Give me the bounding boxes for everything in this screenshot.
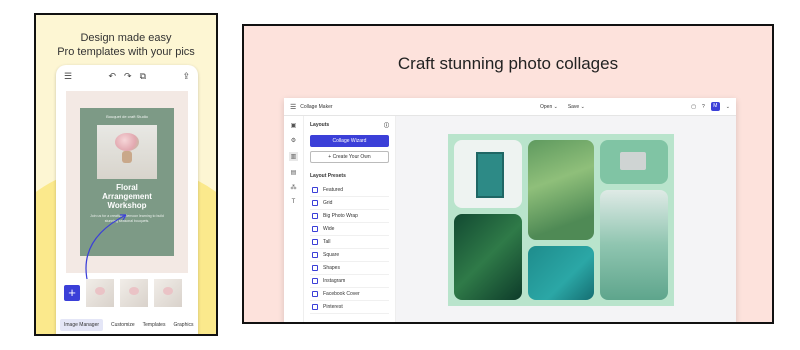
image-tool-icon[interactable]: ▣	[291, 122, 297, 129]
text-tool-icon[interactable]: T	[292, 199, 296, 205]
preset-grid[interactable]: Grid	[310, 197, 389, 210]
collage-tile-leaves[interactable]	[454, 214, 522, 300]
preset-list: Featured Grid Big Photo Wrap Wide Tall S…	[310, 184, 389, 314]
pinterest-icon	[312, 304, 318, 310]
topbar-center: Open ⌄ Save ⌄	[540, 104, 585, 110]
comment-icon[interactable]: ▢	[691, 104, 696, 110]
promo-title: Design made easy Pro templates with your…	[36, 31, 216, 59]
chevron-down-icon[interactable]: ⌄	[726, 104, 730, 110]
collage-wizard-button[interactable]: Collage Wizard	[310, 135, 389, 147]
panel-title: Layouts	[310, 122, 330, 128]
tall-icon	[312, 239, 318, 245]
hamburger-icon[interactable]: ☰	[290, 103, 296, 111]
add-image-button[interactable]: +	[64, 285, 80, 301]
tool-rail: ▣ ⚙ ▥ ▤ ⁂ T	[284, 116, 304, 322]
preset-label: Pinterest	[323, 304, 343, 310]
preset-label: Facebook Cover	[323, 291, 360, 297]
preset-square[interactable]: Square	[310, 249, 389, 262]
phone-tabbar: Image Manager Customize Templates Graphi…	[60, 319, 198, 331]
help-icon[interactable]: ?	[702, 104, 705, 110]
grid-icon	[312, 200, 318, 206]
preset-label: Tall	[323, 239, 331, 245]
save-menu[interactable]: Save ⌄	[568, 104, 585, 110]
preset-tall[interactable]: Tall	[310, 236, 389, 249]
preset-facebook-cover[interactable]: Facebook Cover	[310, 288, 389, 301]
open-menu[interactable]: Open ⌄	[540, 104, 558, 110]
avatar[interactable]: M	[710, 102, 720, 111]
preset-big-photo-wrap[interactable]: Big Photo Wrap	[310, 210, 389, 223]
app-name: Collage Maker	[300, 103, 333, 110]
preset-label: Shapes	[323, 265, 340, 271]
preset-featured[interactable]: Featured	[310, 184, 389, 197]
tab-image-manager[interactable]: Image Manager	[60, 319, 104, 331]
preset-label: Wide	[323, 226, 335, 232]
promo-card: Design made easy Pro templates with your…	[34, 13, 218, 336]
create-your-own-button[interactable]: + Create Your Own	[310, 151, 389, 163]
square-icon	[312, 252, 318, 258]
collage-card: Craft stunning photo collages ☰ Collage …	[242, 24, 774, 324]
promo-title-line2: Pro templates with your pics	[57, 46, 195, 58]
collage-tile-door[interactable]	[454, 140, 522, 208]
panel-header: Layouts ⓘ	[310, 122, 389, 129]
layouts-tool-icon[interactable]: ▥	[288, 152, 299, 161]
collage	[448, 134, 674, 306]
image-thumbnail[interactable]	[154, 279, 182, 307]
preset-shapes[interactable]: Shapes	[310, 262, 389, 275]
preset-label: Instagram	[323, 278, 346, 284]
phone-mockup: ☰ ↶ ↷ ⧉ ⇪ Bouquet de craft Studio Floral…	[56, 65, 198, 334]
tab-customize[interactable]: Customize	[111, 322, 135, 328]
preset-wide[interactable]: Wide	[310, 223, 389, 236]
canvas-area	[396, 116, 736, 322]
preset-label: Square	[323, 252, 340, 258]
collage-tile-aerial[interactable]	[528, 140, 594, 240]
preset-pinterest[interactable]: Pinterest	[310, 301, 389, 314]
adjust-tool-icon[interactable]: ⚙	[291, 137, 296, 144]
graphics-tool-icon[interactable]: ⁂	[291, 184, 297, 191]
shapes-icon	[312, 265, 318, 271]
background-tool-icon[interactable]: ▤	[291, 169, 297, 176]
preset-label: Featured	[323, 187, 344, 193]
app-window: ☰ Collage Maker Open ⌄ Save ⌄ ▢ ? M ⌄ ▣ …	[284, 98, 736, 322]
wide-icon	[312, 226, 318, 232]
big-photo-wrap-icon	[312, 213, 318, 219]
image-thumbnail[interactable]	[120, 279, 148, 307]
tab-graphics[interactable]: Graphics	[173, 322, 193, 328]
tab-templates[interactable]: Templates	[143, 322, 166, 328]
image-tray: +	[64, 279, 182, 307]
collage-title: Craft stunning photo collages	[397, 54, 619, 73]
preset-instagram[interactable]: Instagram	[310, 275, 389, 288]
collage-tile-camera[interactable]	[600, 140, 668, 184]
facebook-icon	[312, 291, 318, 297]
image-thumbnail[interactable]	[86, 279, 114, 307]
collage-tile-ocean[interactable]	[528, 246, 594, 300]
app-topbar: ☰ Collage Maker Open ⌄ Save ⌄ ▢ ? M ⌄	[284, 98, 736, 116]
preset-label: Big Photo Wrap	[323, 213, 358, 219]
preset-label: Grid	[323, 200, 333, 206]
promo-title-line1: Design made easy	[80, 32, 172, 44]
presets-title: Layout Presets	[310, 173, 346, 179]
topbar-right: ▢ ? M ⌄	[691, 102, 730, 111]
featured-icon	[312, 187, 318, 193]
layouts-panel: Layouts ⓘ Collage Wizard + Create Your O…	[304, 116, 396, 322]
collage-tile-cactus[interactable]	[600, 190, 668, 300]
info-icon[interactable]: ⓘ	[384, 122, 389, 129]
instagram-icon	[312, 278, 318, 284]
